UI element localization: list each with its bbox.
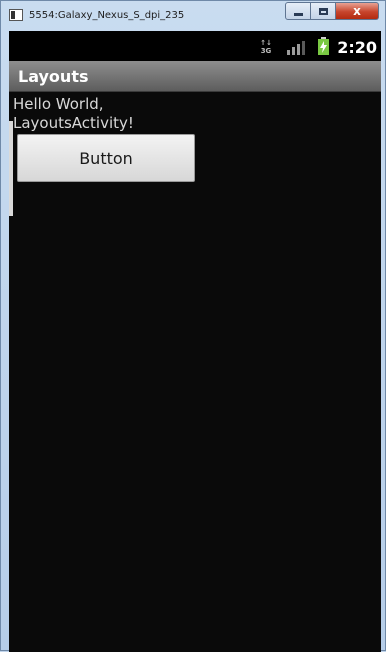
minimize-button[interactable]	[285, 2, 311, 20]
battery-charging-icon	[318, 37, 329, 55]
android-screen: ↑↓ 3G 2:20 Layouts Hello World, LayoutsA…	[9, 31, 381, 652]
maximize-button[interactable]	[311, 2, 336, 20]
window-title: 5554:Galaxy_Nexus_S_dpi_235	[29, 10, 185, 21]
maximize-icon	[318, 7, 328, 15]
status-bar: ↑↓ 3G 2:20	[9, 31, 381, 61]
app-title: Layouts	[18, 67, 89, 86]
network-3g-icon: ↑↓ 3G	[260, 39, 272, 55]
window-app-icon	[9, 9, 23, 21]
close-button[interactable]: x	[336, 2, 379, 20]
signal-strength-icon	[287, 41, 305, 55]
app-title-bar: Layouts	[9, 61, 381, 92]
hello-world-text: Hello World, LayoutsActivity!	[13, 95, 134, 132]
status-clock: 2:20	[337, 38, 377, 57]
emulator-window: 5554:Galaxy_Nexus_S_dpi_235 x ↑↓ 3G 2:20…	[0, 0, 386, 652]
window-titlebar[interactable]: 5554:Galaxy_Nexus_S_dpi_235 x	[1, 1, 385, 31]
close-icon: x	[353, 4, 361, 18]
minimize-icon	[293, 12, 303, 16]
window-caption-buttons: x	[285, 2, 379, 21]
screen-edge-divider	[9, 121, 13, 216]
main-button[interactable]: Button	[17, 134, 195, 182]
activity-content: Hello World, LayoutsActivity! Button	[9, 92, 381, 652]
